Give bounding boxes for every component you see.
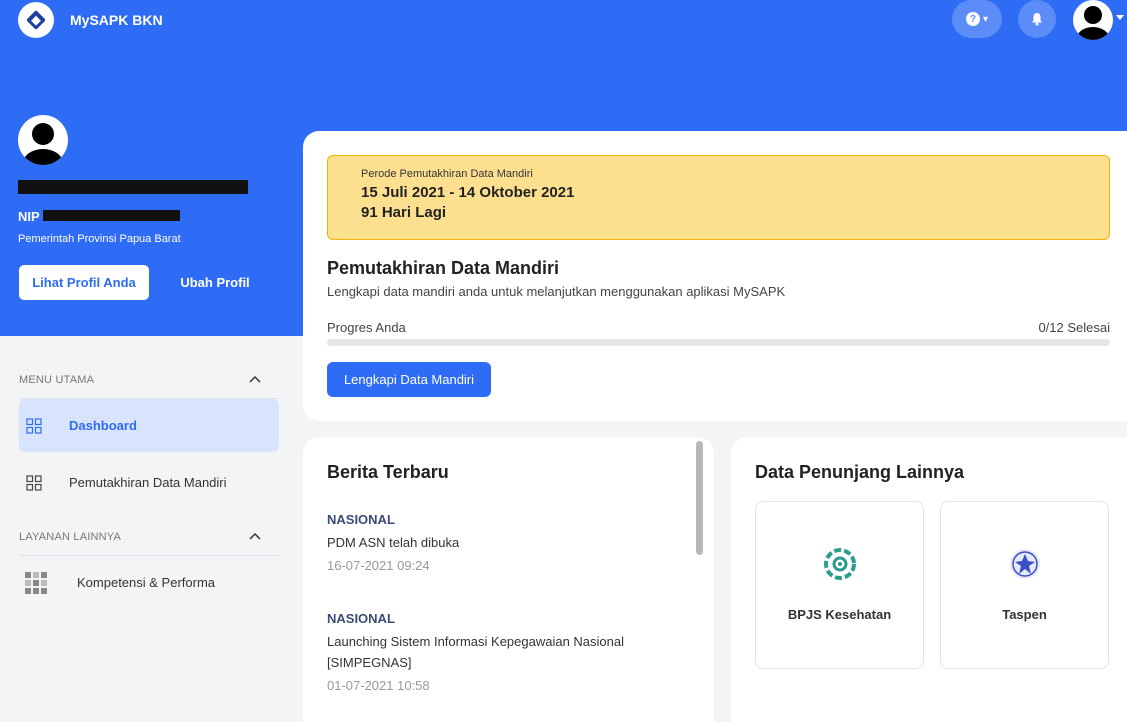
grid-icon <box>26 474 42 491</box>
menu-section-other[interactable]: LAYANAN LAINNYA <box>19 531 279 551</box>
menu-section-label: LAYANAN LAINNYA <box>19 531 122 543</box>
pdm-title: Pemutakhiran Data Mandiri <box>327 258 560 278</box>
news-date: 16-07-2021 09:24 <box>327 558 430 573</box>
progress-bar <box>327 339 1110 346</box>
news-scrollbar-thumb[interactable] <box>696 441 703 555</box>
user-avatar[interactable] <box>1073 0 1113 40</box>
sidebar-item-pemutakhiran[interactable]: Pemutakhiran Data Mandiri <box>19 456 279 509</box>
profile-avatar <box>18 115 68 165</box>
period-days-left: 91 Hari Lagi <box>361 204 447 221</box>
news-title: Berita Terbaru <box>327 462 449 482</box>
tile-bpjs-kesehatan[interactable]: BPJS Kesehatan <box>755 501 924 669</box>
menu-section-main[interactable]: MENU UTAMA <box>19 374 279 394</box>
app-logo-icon <box>26 10 46 30</box>
sidebar-item-kompetensi[interactable]: Kompetensi & Performa <box>19 556 279 609</box>
sidebar-item-label: Pemutakhiran Data Mandiri <box>69 475 227 490</box>
period-dates: 15 Juli 2021 - 14 Oktober 2021 <box>361 184 575 201</box>
progress-label: Progres Anda <box>327 320 406 335</box>
taspen-logo-icon <box>1010 549 1040 579</box>
instansi-label: Pemerintah Provinsi Papua Barat <box>18 233 181 245</box>
chevron-up-icon <box>249 375 261 383</box>
pdm-subtitle: Lengkapi data mandiri anda untuk melanju… <box>327 284 786 299</box>
menu-section-label: MENU UTAMA <box>19 374 95 386</box>
period-label: Perode Pemutakhiran Data Mandiri <box>361 168 533 180</box>
app-title: MySAPK BKN <box>70 12 163 28</box>
tile-label: BPJS Kesehatan <box>787 607 892 622</box>
sidebar-item-label: Kompetensi & Performa <box>77 575 216 590</box>
sidebar-item-label: Dashboard <box>69 418 137 433</box>
redacted-name <box>18 180 248 194</box>
tile-label: Taspen <box>1002 607 1047 622</box>
bell-icon <box>1032 13 1042 26</box>
sidebar-item-dashboard[interactable]: Dashboard <box>19 399 279 452</box>
user-silhouette-icon <box>1077 6 1109 40</box>
news-headline[interactable]: PDM ASN telah dibuka <box>327 532 667 553</box>
question-circle-icon: ? <box>965 12 980 26</box>
news-category: NASIONAL <box>327 512 395 527</box>
view-profile-button[interactable]: Lihat Profil Anda <box>19 265 149 300</box>
grid-icon <box>26 417 42 434</box>
news-category: NASIONAL <box>327 611 395 626</box>
progress-count: 0/12 Selesai <box>1038 320 1110 335</box>
edit-profile-button[interactable]: Ubah Profil <box>165 265 265 300</box>
redacted-nip <box>43 210 180 221</box>
complete-data-button[interactable]: Lengkapi Data Mandiri <box>327 362 491 397</box>
period-banner: Perode Pemutakhiran Data Mandiri 15 Juli… <box>327 155 1110 240</box>
chevron-up-icon <box>249 532 261 540</box>
top-bar: MySAPK BKN ? ▾ <box>0 0 1127 40</box>
help-button[interactable]: ? ▾ <box>952 0 1002 38</box>
app-logo[interactable] <box>18 2 54 38</box>
news-date: 01-07-2021 10:58 <box>327 678 430 693</box>
user-silhouette-icon <box>23 123 63 165</box>
notification-button[interactable] <box>1018 0 1056 38</box>
support-title: Data Penunjang Lainnya <box>755 462 965 482</box>
nip-label: NIP <box>18 209 40 224</box>
apps-icon <box>25 571 47 594</box>
tile-taspen[interactable]: Taspen <box>940 501 1109 669</box>
news-headline[interactable]: Launching Sistem Informasi Kepegawaian N… <box>327 631 667 673</box>
chevron-down-icon[interactable] <box>1116 15 1124 20</box>
bpjs-logo-icon <box>824 548 856 580</box>
chevron-down-icon: ▾ <box>982 13 989 25</box>
